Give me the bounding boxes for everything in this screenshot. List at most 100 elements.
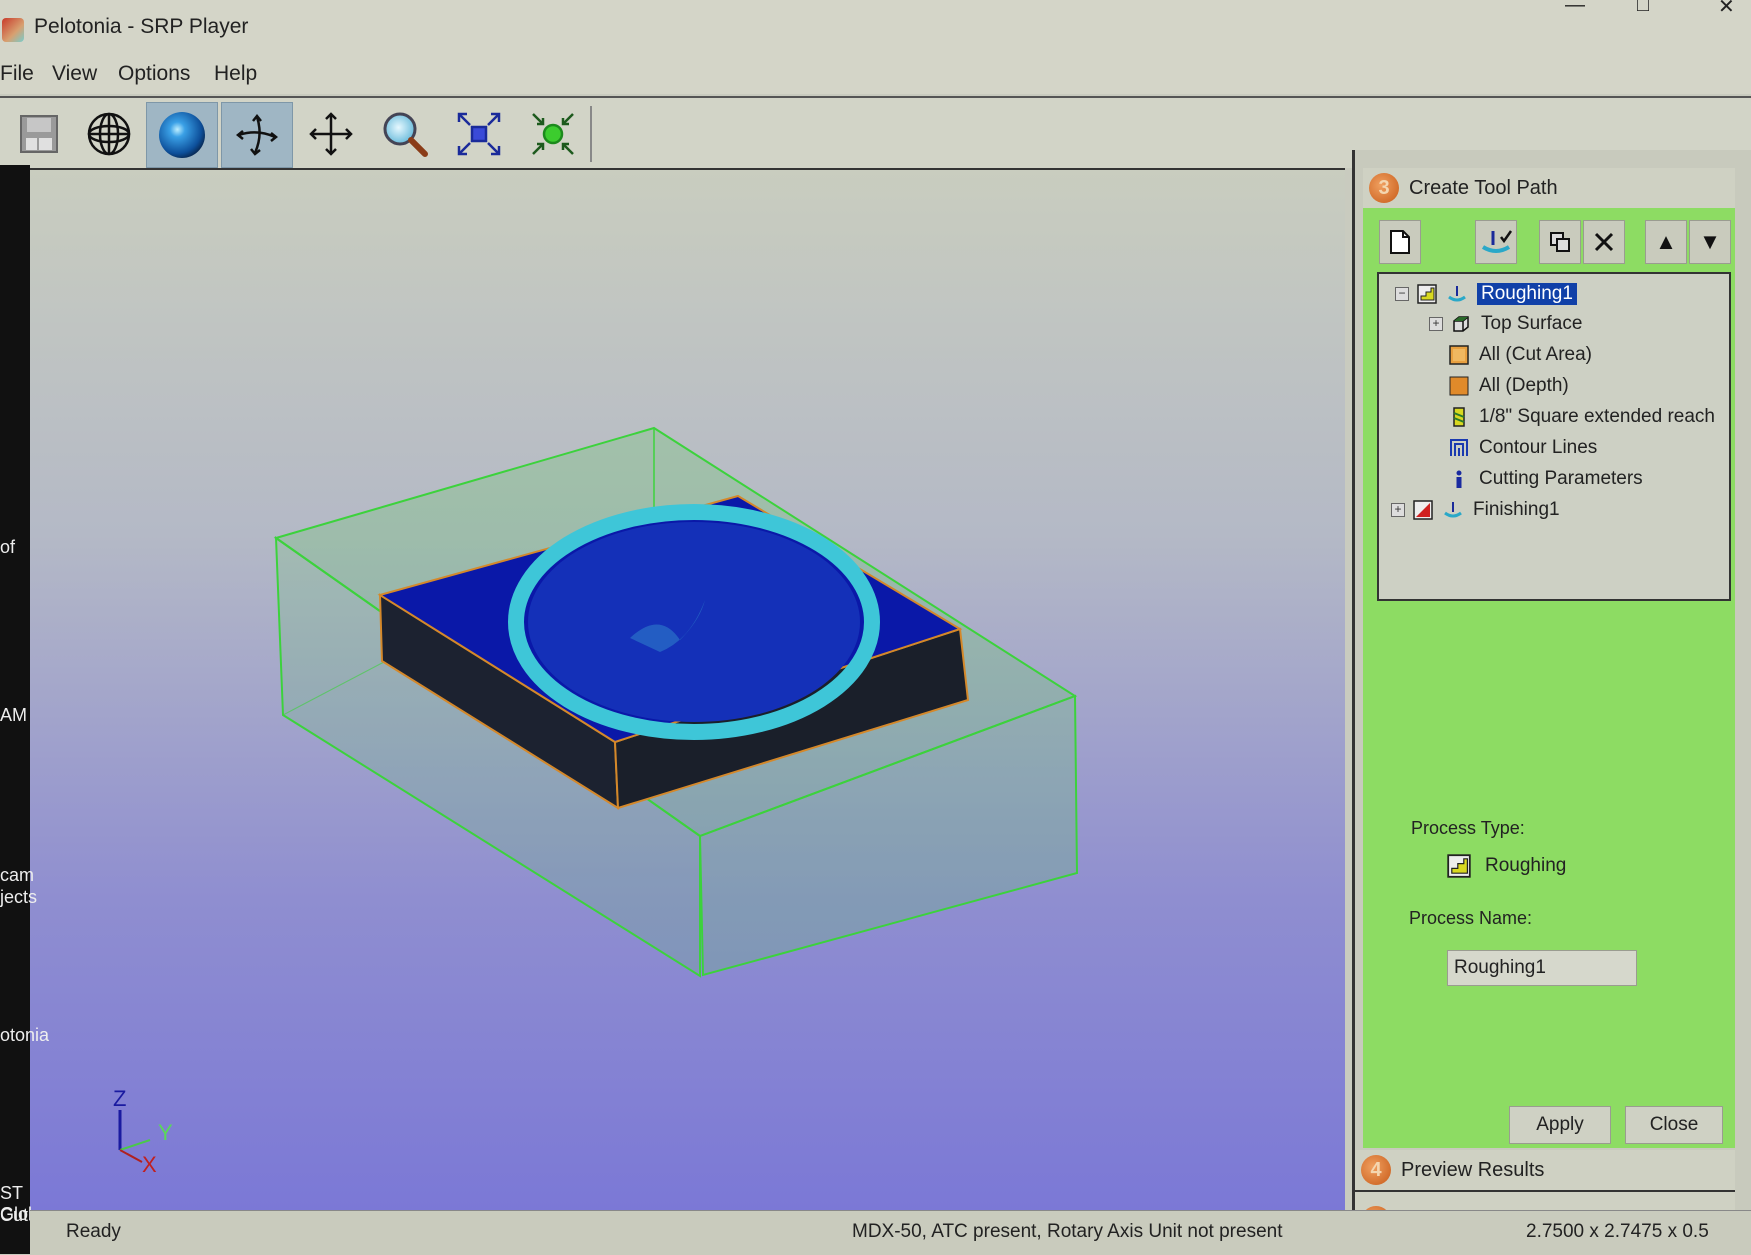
tree-item-depth[interactable]: All (Depth) — [1449, 372, 1569, 400]
desktop-label: of — [0, 537, 16, 557]
save-button[interactable] — [4, 102, 74, 166]
zoom-button[interactable] — [370, 102, 440, 166]
tool-path-icon — [1448, 286, 1466, 302]
desktop-label: AM — [0, 705, 27, 725]
menu-bar: File View Options Help — [0, 58, 1751, 94]
contour-lines-icon — [1450, 439, 1468, 456]
step-number-badge: 4 — [1361, 1155, 1391, 1185]
fit-expand-icon — [457, 112, 501, 156]
menu-help[interactable]: Help — [214, 62, 257, 86]
desktop-label: cam — [0, 865, 35, 885]
tool-path-icon — [1444, 502, 1462, 518]
menu-view[interactable]: View — [52, 62, 97, 86]
process-tree[interactable]: − Roughing1 + Top Surface All (Cut Area)… — [1377, 272, 1731, 601]
step-3-header[interactable]: 3 Create Tool Path — [1363, 168, 1735, 211]
tree-item-cutting-parameters[interactable]: Cutting Parameters — [1449, 465, 1643, 493]
new-process-icon — [1390, 230, 1410, 254]
cut-area-icon — [1449, 345, 1469, 365]
tree-item-finishing1[interactable]: + Finishing1 — [1391, 496, 1560, 524]
process-name-label: Process Name: — [1409, 908, 1533, 928]
status-bar: Ready MDX-50, ATC present, Rotary Axis U… — [30, 1210, 1751, 1255]
up-arrow-icon: ▲ — [1655, 229, 1677, 254]
maximize-button[interactable]: □ — [1637, 0, 1649, 17]
close-button[interactable]: Close — [1625, 1106, 1723, 1144]
process-type-label: Process Type: — [1411, 818, 1525, 838]
apply-button[interactable]: Apply — [1509, 1106, 1611, 1144]
zoom-selection-button[interactable] — [518, 102, 588, 166]
copy-icon — [1550, 232, 1570, 252]
rotate-button[interactable] — [221, 102, 293, 168]
wireframe-button[interactable] — [74, 102, 144, 166]
wireframe-globe-icon — [87, 112, 131, 156]
roughing-type-icon — [1417, 284, 1437, 304]
process-type-value: Roughing — [1447, 854, 1566, 878]
3d-viewport[interactable]: Z Y X — [0, 168, 1345, 1212]
tree-item-label: Finishing1 — [1473, 499, 1560, 520]
fit-view-button[interactable] — [444, 102, 514, 166]
desktop-label: jects — [0, 887, 38, 907]
render-button[interactable] — [146, 102, 218, 168]
menu-file[interactable]: File — [0, 62, 34, 86]
pan-button[interactable] — [296, 102, 366, 166]
tree-item-label: All (Cut Area) — [1479, 344, 1592, 365]
new-process-button[interactable] — [1379, 220, 1421, 264]
tree-item-roughing1[interactable]: − Roughing1 — [1395, 280, 1577, 308]
roughing-type-icon — [1447, 854, 1471, 878]
tree-item-top-surface[interactable]: + Top Surface — [1429, 310, 1582, 338]
move-up-button[interactable]: ▲ — [1645, 220, 1687, 264]
tree-item-tool[interactable]: 1/8" Square extended reach — [1449, 403, 1715, 431]
delete-process-button[interactable] — [1583, 220, 1625, 264]
tree-item-label: Cutting Parameters — [1479, 468, 1643, 489]
close-window-button[interactable]: ✕ — [1718, 0, 1735, 19]
rotate-arrows-icon — [235, 113, 279, 156]
process-panel: 3 Create Tool Path ▲ ▼ − Roughing1 + Top… — [1352, 150, 1751, 1236]
info-icon — [1456, 470, 1462, 488]
minimize-button[interactable]: — — [1565, 0, 1585, 17]
tree-item-label: All (Depth) — [1479, 375, 1569, 396]
status-ready: Ready — [66, 1221, 121, 1242]
tree-item-cut-area[interactable]: All (Cut Area) — [1449, 341, 1592, 369]
axis-x-label: X — [142, 1152, 157, 1177]
tree-item-label: Top Surface — [1481, 313, 1583, 334]
menu-options[interactable]: Options — [118, 62, 190, 86]
copy-process-button[interactable] — [1539, 220, 1581, 264]
surface-cube-icon — [1453, 316, 1469, 332]
process-name-input[interactable] — [1447, 950, 1637, 986]
expand-toggle[interactable]: + — [1391, 503, 1405, 517]
axis-triad: Z Y X — [113, 1086, 173, 1177]
title-bar: Pelotonia - SRP Player — □ ✕ — [0, 0, 1751, 58]
magnifier-icon — [383, 112, 428, 157]
delete-x-icon — [1594, 232, 1614, 252]
tree-item-label: Roughing1 — [1477, 283, 1577, 305]
axis-z-label: Z — [113, 1086, 126, 1111]
app-icon — [2, 18, 24, 42]
desktop-background: of AM cam jects otonia ST Glob Cut.prn — [0, 165, 59, 1254]
tool-path-check-icon — [1481, 230, 1513, 253]
status-dimensions: 2.7500 x 2.7475 x 0.5 — [1526, 1221, 1709, 1242]
process-type-text: Roughing — [1485, 855, 1567, 876]
toolbar-separator — [590, 106, 592, 162]
move-down-button[interactable]: ▼ — [1689, 220, 1731, 264]
expand-toggle[interactable]: + — [1429, 317, 1443, 331]
desktop-label: otonia — [0, 1025, 50, 1045]
step-5-header[interactable]: 5 Perform Cutting — [1355, 1192, 1735, 1236]
process-tool-path-button[interactable] — [1475, 220, 1517, 264]
tree-item-contour-lines[interactable]: Contour Lines — [1449, 434, 1597, 462]
step-4-header[interactable]: 4 Preview Results — [1355, 1150, 1735, 1193]
status-machine: MDX-50, ATC present, Rotary Axis Unit no… — [852, 1221, 1283, 1242]
step-number-badge: 3 — [1369, 173, 1399, 203]
step-label: Create Tool Path — [1409, 176, 1558, 199]
create-tool-path-section: ▲ ▼ − Roughing1 + Top Surface All (Cut A… — [1363, 208, 1735, 1148]
finishing-type-icon — [1413, 500, 1433, 520]
depth-icon — [1449, 376, 1469, 396]
window-title: Pelotonia - SRP Player — [34, 15, 249, 38]
tree-item-label: 1/8" Square extended reach — [1479, 406, 1715, 427]
step-label: Preview Results — [1401, 1158, 1545, 1181]
end-mill-tool-icon — [1453, 407, 1465, 427]
model-render — [273, 426, 1079, 978]
move-arrows-icon — [309, 112, 353, 156]
shaded-sphere-icon — [159, 112, 205, 158]
axis-y-label: Y — [158, 1120, 173, 1145]
pocket-floor — [528, 522, 860, 722]
collapse-toggle[interactable]: − — [1395, 287, 1409, 301]
